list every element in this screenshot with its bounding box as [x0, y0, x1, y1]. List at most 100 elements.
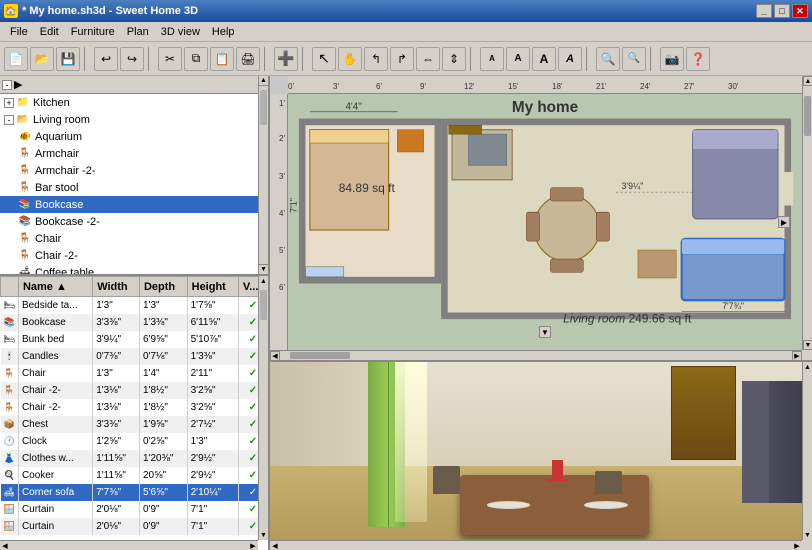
tree-item-livingroom[interactable]: - 📂 Living room — [0, 111, 268, 128]
3d-scroll-left[interactable]: ◀ — [270, 541, 280, 550]
plan-scroll-right[interactable]: ▶ — [792, 351, 802, 360]
table-scroll-up[interactable]: ▲ — [259, 276, 268, 286]
table-scroll-right[interactable]: ▶ — [248, 541, 258, 550]
menu-help[interactable]: Help — [206, 24, 241, 40]
nav-right-arrow[interactable]: ▶ — [778, 216, 790, 228]
tree-item-bookcase[interactable]: 📚 Bookcase — [0, 196, 268, 213]
col-height[interactable]: Height — [187, 277, 238, 297]
menu-plan[interactable]: Plan — [121, 24, 155, 40]
print-button[interactable]: 🖨 — [236, 47, 260, 71]
visible-check[interactable]: ✓ — [249, 419, 257, 430]
tree-view[interactable]: - ▶ + 📁 Kitchen - 📂 Living room 🐠 Aquari… — [0, 76, 268, 276]
table-row[interactable]: 🕯 Candles 0'7⅜" 0'7⅛" 1'3⅜" ✓ — [1, 348, 268, 365]
save-button[interactable]: 💾 — [56, 47, 80, 71]
photo-button[interactable]: 📷 — [660, 47, 684, 71]
tree-scrollbar[interactable]: ▲ ▼ — [258, 76, 268, 274]
visible-check[interactable]: ✓ — [249, 334, 257, 345]
col-name[interactable]: Name ▲ — [18, 277, 92, 297]
visible-check[interactable]: ✓ — [249, 521, 257, 532]
zoom-out-button[interactable]: 🔍 — [622, 47, 646, 71]
plan-scrollbar-v[interactable]: ▲ ▼ — [802, 76, 812, 350]
zoom-in-button[interactable]: 🔍 — [596, 47, 620, 71]
plan-canvas[interactable]: My home 4'4" — [288, 94, 802, 350]
visible-check[interactable]: ✓ — [249, 436, 257, 447]
tree-item-chair2[interactable]: 🪑 Chair -2- — [0, 247, 268, 264]
close-button[interactable]: ✕ — [792, 4, 808, 18]
table-scroll-left[interactable]: ◀ — [0, 541, 10, 550]
livingroom-expand[interactable]: - — [4, 115, 14, 125]
table-row[interactable]: 🕐 Clock 1'2⅝" 0'2⅝" 1'3" ✓ — [1, 433, 268, 450]
table-row[interactable]: 🛏 Bunk bed 3'9¼" 6'9⅝" 5'10⅞" ✓ — [1, 331, 268, 348]
table-row[interactable]: 🪑 Chair 1'3" 1'4" 2'11" ✓ — [1, 365, 268, 382]
paste-button[interactable]: 📋 — [210, 47, 234, 71]
text-size3-button[interactable]: A — [532, 47, 556, 71]
floor-plan[interactable]: 0' 3' 6' 9' 12' 15' 18' 21' 24' 27' 30' … — [270, 76, 812, 360]
nav-down-arrow[interactable]: ▼ — [539, 326, 551, 338]
undo-button[interactable]: ↩ — [94, 47, 118, 71]
pan-button[interactable]: ✋ — [338, 47, 362, 71]
visible-check[interactable]: ✓ — [249, 300, 257, 311]
table-scrollbar-h[interactable]: ◀ ▶ — [0, 540, 258, 550]
plan-scroll-left[interactable]: ◀ — [270, 351, 280, 360]
mirror-v-button[interactable]: ⇕ — [442, 47, 466, 71]
table-row[interactable]: 👗 Clothes w... 1'11⅝" 1'20⅜" 2'9½" ✓ — [1, 450, 268, 467]
kitchen-expand[interactable]: + — [4, 98, 14, 108]
table-row[interactable]: 📦 Chest 3'3⅜" 1'9⅝" 2'7½" ✓ — [1, 416, 268, 433]
tree-item-barstool[interactable]: 🪑 Bar stool — [0, 179, 268, 196]
visible-check[interactable]: ✓ — [249, 470, 257, 481]
visible-check[interactable]: ✓ — [249, 317, 257, 328]
plan-scrollbar-h[interactable]: ◀ ▶ — [270, 350, 802, 360]
redo-button[interactable]: ↪ — [120, 47, 144, 71]
scroll-up-btn[interactable]: ▲ — [259, 76, 268, 86]
3d-scroll-down[interactable]: ▼ — [803, 530, 812, 540]
tree-item-armchair2[interactable]: 🪑 Armchair -2- — [0, 162, 268, 179]
scroll-down-btn[interactable]: ▼ — [259, 264, 268, 274]
menu-file[interactable]: File — [4, 24, 34, 40]
mirror-h-button[interactable]: ⇔ — [416, 47, 440, 71]
table-row[interactable]: 🍳 Cooker 1'11⅝" 20⅝" 2'9½" ✓ — [1, 467, 268, 484]
help-button[interactable]: ❓ — [686, 47, 710, 71]
menu-furniture[interactable]: Furniture — [65, 24, 121, 40]
3d-scrollbar-h[interactable]: ◀ ▶ — [270, 540, 802, 550]
cut-button[interactable]: ✂ — [158, 47, 182, 71]
add-furniture-button[interactable]: ➕ — [274, 47, 298, 71]
new-button[interactable]: 📄 — [4, 47, 28, 71]
table-row[interactable]: 🪟 Curtain 2'0⅛" 0'9" 7'1" ✓ — [1, 501, 268, 518]
maximize-button[interactable]: □ — [774, 4, 790, 18]
text-size4-button[interactable]: A — [558, 47, 582, 71]
tree-expand-all[interactable]: - — [2, 80, 12, 90]
open-button[interactable]: 📂 — [30, 47, 54, 71]
col-width[interactable]: Width — [93, 277, 140, 297]
text-size2-button[interactable]: A — [506, 47, 530, 71]
table-scroll-down[interactable]: ▼ — [259, 530, 268, 540]
tree-item-coffeetable[interactable]: 🛋 Coffee table — [0, 264, 268, 276]
copy-button[interactable]: ⧉ — [184, 47, 208, 71]
table-row[interactable]: 📚 Bookcase 3'3⅜" 1'3⅜" 6'11⅝" ✓ — [1, 314, 268, 331]
tree-item-chair[interactable]: 🪑 Chair — [0, 230, 268, 247]
plan-scroll-up[interactable]: ▲ — [803, 76, 812, 86]
table-row[interactable]: 🪑 Chair -2- 1'3⅛" 1'8½" 3'2⅝" ✓ — [1, 399, 268, 416]
visible-check[interactable]: ✓ — [249, 402, 257, 413]
menu-edit[interactable]: Edit — [34, 24, 65, 40]
minimize-button[interactable]: _ — [756, 4, 772, 18]
table-area[interactable]: Name ▲ Width Depth Height V... 🛏 Bedside… — [0, 276, 268, 550]
table-row[interactable]: 🛏 Bedside ta... 1'3" 1'3" 1'7⅝" ✓ — [1, 297, 268, 314]
view-3d[interactable]: ▲ ▼ ◀ ▶ — [270, 360, 812, 550]
visible-check[interactable]: ✓ — [249, 487, 257, 498]
visible-check[interactable]: ✓ — [249, 385, 257, 396]
table-scrollbar-v[interactable]: ▲ ▼ — [258, 276, 268, 540]
tree-item-kitchen[interactable]: + 📁 Kitchen — [0, 94, 268, 111]
table-row-selected[interactable]: 🛋 Corner sofa 7'7⅜" 5'6⅝" 2'10¼" ✓ — [1, 484, 268, 501]
rotate-right-button[interactable]: ↱ — [390, 47, 414, 71]
menu-3dview[interactable]: 3D view — [155, 24, 206, 40]
text-size1-button[interactable]: A — [480, 47, 504, 71]
tree-item-armchair[interactable]: 🪑 Armchair — [0, 145, 268, 162]
3d-scrollbar-v[interactable]: ▲ ▼ — [802, 362, 812, 540]
visible-check[interactable]: ✓ — [249, 453, 257, 464]
3d-scroll-up[interactable]: ▲ — [803, 362, 812, 372]
select-button[interactable]: ↖ — [312, 47, 336, 71]
visible-check[interactable]: ✓ — [249, 351, 257, 362]
table-row[interactable]: 🪑 Chair -2- 1'3⅛" 1'8½" 3'2⅝" ✓ — [1, 382, 268, 399]
3d-scroll-right[interactable]: ▶ — [792, 541, 802, 550]
visible-check[interactable]: ✓ — [249, 368, 257, 379]
